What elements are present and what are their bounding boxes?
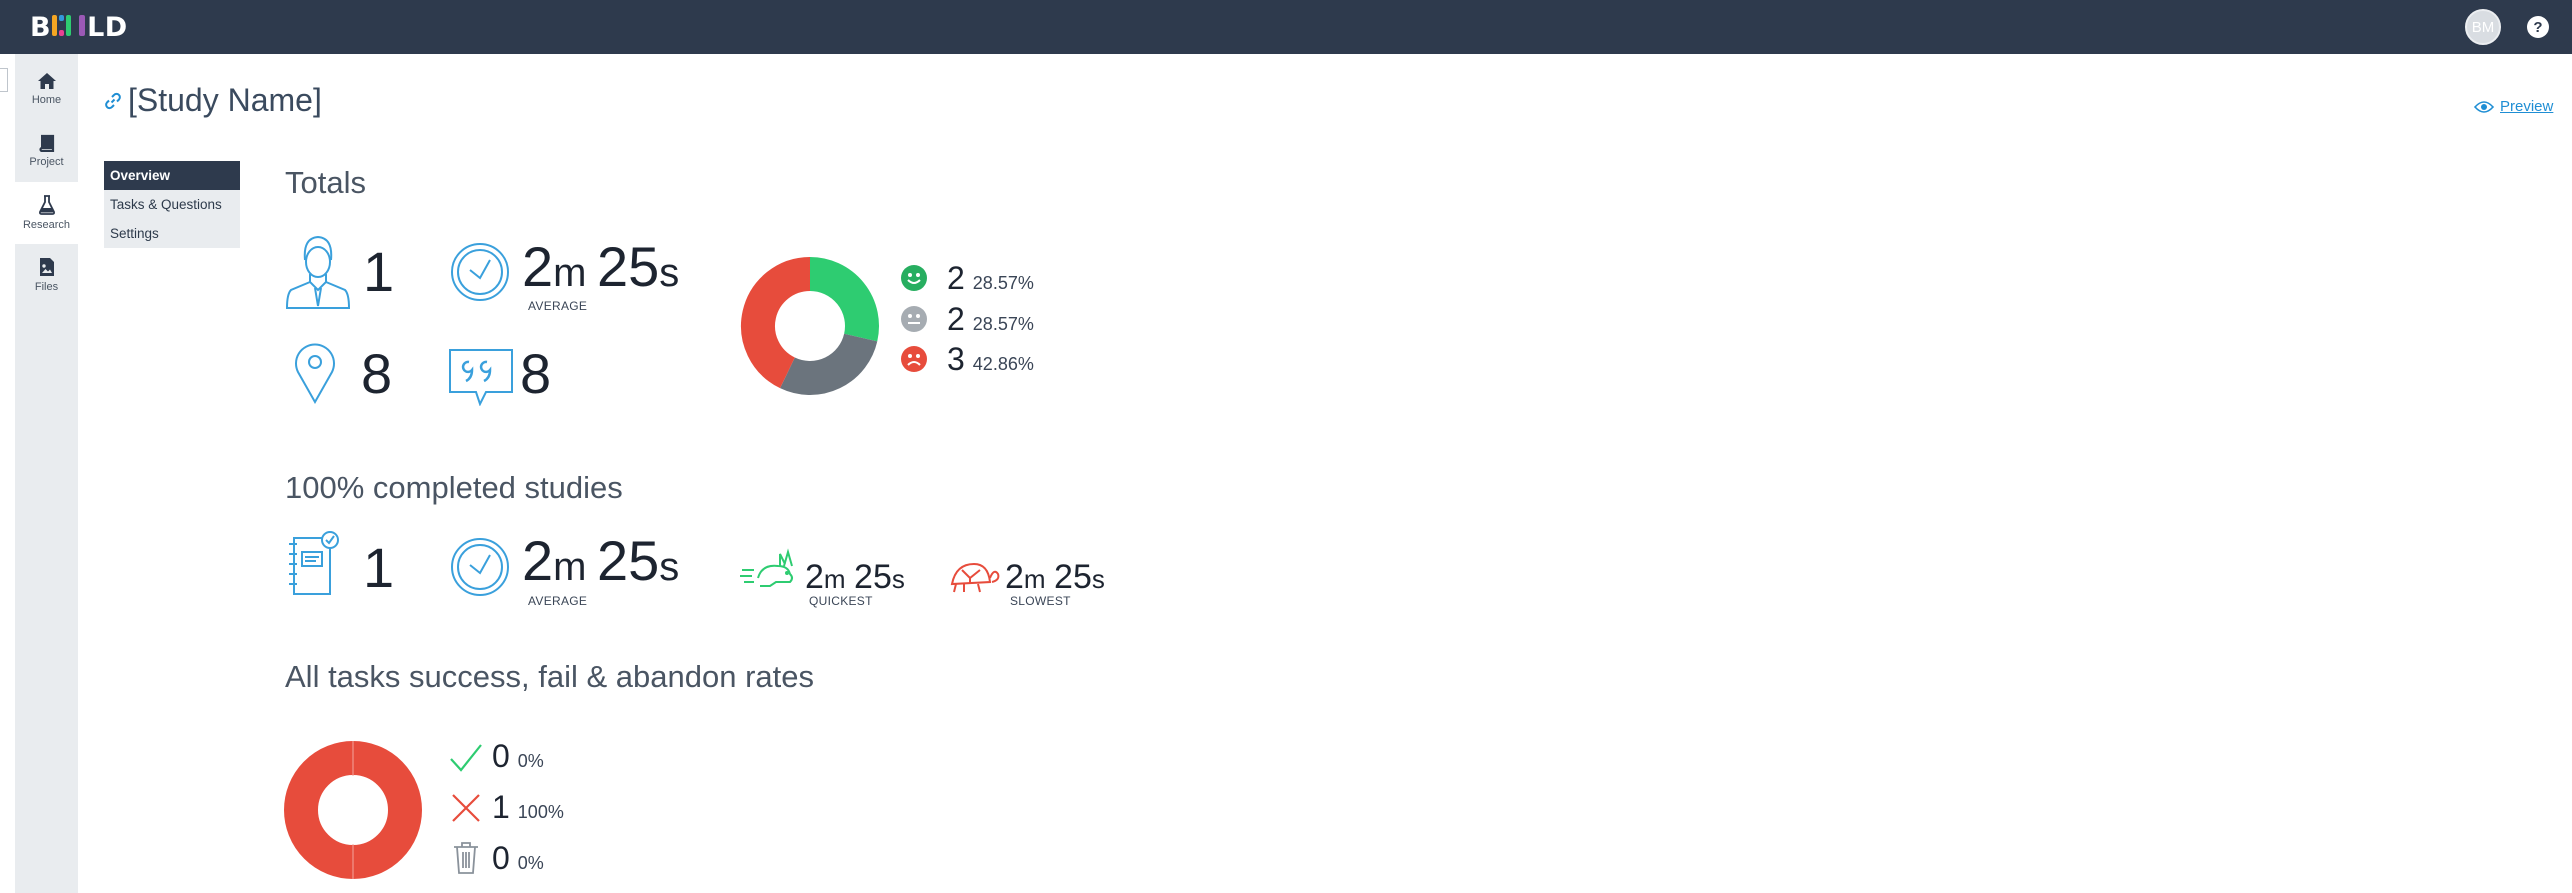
study-subnav: Overview Tasks & Questions Settings bbox=[104, 161, 240, 248]
completed-heading: 100% completed studies bbox=[285, 470, 623, 505]
average-caption: AVERAGE bbox=[528, 299, 588, 313]
totals-heading: Totals bbox=[285, 165, 366, 200]
completed-count: 1 bbox=[363, 536, 395, 599]
task-row-abandon: 0 0% bbox=[492, 840, 544, 877]
sentiment-row-neutral: 2 28.57% bbox=[947, 301, 1034, 338]
notebook-check-icon bbox=[289, 531, 339, 595]
slowest-minutes-unit: m bbox=[1023, 564, 1046, 594]
quickest-caption: QUICKEST bbox=[809, 594, 873, 608]
avg-minutes: 2 bbox=[522, 235, 554, 298]
rabbit-icon bbox=[740, 548, 793, 587]
link-icon[interactable] bbox=[104, 92, 122, 110]
slowest-caption: SLOWEST bbox=[1010, 594, 1071, 608]
clock-icon bbox=[451, 243, 509, 301]
quickest-minutes: 2 bbox=[805, 558, 824, 596]
sentiment-donut-chart bbox=[741, 257, 879, 395]
completed-avg-seconds-unit: s bbox=[659, 545, 680, 589]
page-title: [Study Name] bbox=[104, 82, 322, 119]
sentiment-row-negative: 3 42.86% bbox=[947, 341, 1034, 378]
window-edge-control bbox=[0, 68, 8, 92]
quickest-minutes-unit: m bbox=[823, 564, 846, 594]
comments-count: 8 bbox=[520, 342, 552, 405]
slowest-seconds: 25 bbox=[1054, 558, 1092, 596]
positive-pct: 28.57% bbox=[972, 273, 1034, 293]
fail-count: 1 bbox=[492, 789, 510, 825]
success-count: 0 bbox=[492, 738, 510, 774]
avg-seconds: 25 bbox=[596, 235, 660, 298]
completed-average-time: 2m 25s bbox=[522, 528, 679, 593]
subnav-tasks-questions[interactable]: Tasks & Questions bbox=[104, 190, 240, 219]
subnav-overview[interactable]: Overview bbox=[104, 161, 240, 190]
positive-count: 2 bbox=[947, 260, 965, 296]
rail-label-files: Files bbox=[34, 281, 59, 293]
rail-item-files[interactable]: Files bbox=[15, 244, 78, 306]
top-bar: B LD BM ? bbox=[0, 0, 2572, 54]
clock-icon bbox=[451, 538, 509, 596]
abandon-pct: 0% bbox=[517, 853, 544, 873]
abandon-count: 0 bbox=[492, 840, 510, 876]
rail-item-home[interactable]: Home bbox=[15, 58, 78, 120]
study-name-title: [Study Name] bbox=[128, 82, 322, 118]
average-time: 2m 25s bbox=[522, 234, 679, 299]
completed-avg-minutes: 2 bbox=[522, 529, 554, 592]
trash-icon bbox=[454, 842, 478, 874]
completed-avg-minutes-unit: m bbox=[553, 545, 587, 589]
check-icon bbox=[450, 744, 482, 772]
slowest-seconds-unit: s bbox=[1091, 564, 1105, 594]
eye-icon bbox=[2474, 100, 2494, 113]
negative-pct: 42.86% bbox=[972, 354, 1034, 374]
flask-icon bbox=[38, 195, 55, 215]
turtle-icon bbox=[950, 562, 1000, 593]
left-rail: Home Project Research Files bbox=[15, 54, 78, 893]
rail-item-project[interactable]: Project bbox=[15, 120, 78, 182]
sad-face-icon bbox=[901, 346, 927, 372]
neutral-pct: 28.57% bbox=[972, 314, 1034, 334]
tasks-heading: All tasks success, fail & abandon rates bbox=[285, 659, 814, 694]
task-rates-donut-chart bbox=[284, 741, 422, 879]
quickest-time: 2m 25s bbox=[805, 558, 905, 597]
rail-label-project: Project bbox=[29, 156, 64, 168]
slowest-minutes: 2 bbox=[1005, 558, 1024, 596]
quickest-seconds: 25 bbox=[854, 558, 892, 596]
location-pin-icon bbox=[295, 343, 335, 404]
home-icon bbox=[37, 73, 56, 89]
task-row-success: 0 0% bbox=[492, 738, 544, 775]
preview-link[interactable]: Preview bbox=[2474, 98, 2553, 115]
image-file-icon bbox=[39, 258, 54, 276]
quickest-seconds-unit: s bbox=[891, 564, 905, 594]
logo-letters-ld: LD bbox=[87, 12, 128, 43]
sentiment-row-positive: 2 28.57% bbox=[947, 260, 1034, 297]
rail-label-home: Home bbox=[31, 94, 62, 106]
preview-label: Preview bbox=[2500, 98, 2554, 115]
happy-face-icon bbox=[901, 265, 927, 291]
cross-icon bbox=[452, 794, 480, 822]
quote-bubble-icon bbox=[449, 349, 513, 406]
completed-avg-seconds: 25 bbox=[596, 529, 660, 592]
participants-count: 1 bbox=[363, 240, 395, 303]
logo-letter-u-colored bbox=[52, 12, 72, 42]
negative-count: 3 bbox=[947, 341, 965, 377]
success-pct: 0% bbox=[517, 751, 544, 771]
slowest-time: 2m 25s bbox=[1005, 558, 1105, 597]
avg-minutes-unit: m bbox=[553, 251, 587, 295]
fail-pct: 100% bbox=[517, 802, 564, 822]
task-row-fail: 1 100% bbox=[492, 789, 564, 826]
book-icon bbox=[38, 134, 54, 152]
participant-icon bbox=[285, 235, 351, 309]
rail-label-research: Research bbox=[22, 219, 71, 231]
subnav-settings[interactable]: Settings bbox=[104, 219, 240, 248]
build-logo[interactable]: B LD bbox=[30, 12, 128, 43]
user-avatar[interactable]: BM bbox=[2465, 9, 2501, 45]
avg-seconds-unit: s bbox=[659, 251, 680, 295]
neutral-count: 2 bbox=[947, 301, 965, 337]
rail-item-research[interactable]: Research bbox=[15, 182, 78, 244]
help-icon[interactable]: ? bbox=[2527, 16, 2549, 38]
locations-count: 8 bbox=[361, 342, 393, 405]
completed-average-caption: AVERAGE bbox=[528, 594, 588, 608]
neutral-face-icon bbox=[901, 306, 927, 332]
logo-letter-b: B bbox=[30, 12, 52, 43]
